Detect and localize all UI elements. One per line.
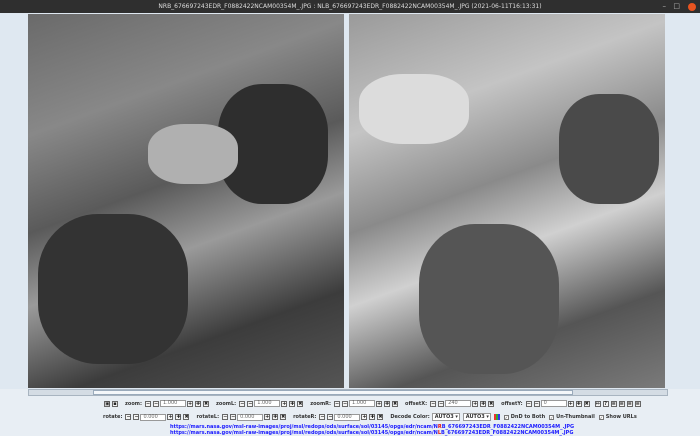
image-viewport[interactable] (0, 13, 700, 389)
swap-icon[interactable]: ⇔ (594, 400, 601, 407)
toolbar-row-2: rotate: − − 0.000 + ✚ ✖ rotateL: − − 0.000 +… (0, 413, 700, 421)
minimize-icon[interactable]: – (663, 0, 667, 13)
url-part: B_676697243EDR_F0882422NCAM00354M_.JPG (441, 430, 574, 436)
rotateL-reset-button[interactable]: ✖ (280, 414, 287, 420)
rotateR-increase-more-button[interactable]: ✚ (369, 414, 376, 420)
rotate-increase-more-button[interactable]: ✚ (175, 414, 182, 420)
offsetX-label: offsetX: (405, 400, 428, 407)
zoomR-label: zoomR: (310, 400, 332, 407)
zoomR-input[interactable]: 1.000 (349, 400, 376, 407)
zoomR-increase-button[interactable]: + (376, 400, 383, 407)
show-urls-checkbox[interactable]: ✓ (598, 414, 604, 420)
left-image-url-link[interactable]: https://mars.nasa.gov/msl-raw-images/pro… (170, 430, 573, 436)
maximize-icon[interactable]: □ (673, 0, 680, 13)
offsetY-increase-more-button[interactable]: ✚ (575, 400, 582, 407)
rotateR-decrease-more-button[interactable]: − (319, 414, 326, 420)
rotateL-increase-button[interactable]: + (264, 414, 271, 420)
rotate-reset-button[interactable]: ✖ (183, 414, 190, 420)
rotateL-label: rotateL: (196, 414, 220, 420)
help-icon[interactable]: ? (602, 400, 609, 407)
decode-color-right-select[interactable]: AUTO3 ▾ (462, 413, 491, 421)
offsetX-decrease-more-button[interactable]: − (430, 400, 437, 407)
offsetX-input[interactable]: 240 (445, 400, 472, 407)
align-right-icon[interactable]: ≡ (626, 400, 633, 407)
show-urls-label: Show URLs (605, 414, 637, 420)
zoomL-increase-more-button[interactable]: ✚ (289, 400, 296, 407)
decode-color-label: Decode Color: (390, 414, 430, 420)
zoom-decrease-button[interactable]: − (153, 400, 159, 407)
horizontal-scrollbar[interactable] (28, 389, 668, 396)
zoomR-reset-button[interactable]: ✖ (392, 400, 399, 407)
offsetX-increase-button[interactable]: + (472, 400, 479, 407)
zoomL-increase-button[interactable]: + (281, 400, 288, 407)
zoomR-increase-more-button[interactable]: ✚ (384, 400, 391, 407)
zoomL-input[interactable]: 1.000 (254, 400, 281, 407)
decode-right-value: AUTO3 (465, 414, 485, 420)
rotate-increase-button[interactable]: + (167, 414, 174, 420)
offsetX-reset-button[interactable]: ✖ (488, 400, 495, 407)
zoomL-decrease-more-button[interactable]: − (239, 400, 246, 407)
rotateR-decrease-button[interactable]: − (327, 414, 334, 420)
fit-icon[interactable]: ▣ (104, 400, 110, 407)
offsetY-decrease-more-button[interactable]: − (525, 400, 532, 407)
unthumbnail-checkbox[interactable]: ✓ (549, 414, 555, 420)
rotate-decrease-button[interactable]: − (133, 414, 140, 420)
zoom-increase-more-button[interactable]: ✚ (195, 400, 201, 407)
unthumbnail-label: Un-Thumbnail (556, 414, 595, 420)
align-center-icon[interactable]: ≡ (610, 400, 617, 407)
rotateR-input[interactable]: 0.000 (334, 413, 361, 421)
decode-color-left-select[interactable]: AUTO3 ▾ (431, 413, 460, 421)
zoom-label: zoom: (125, 400, 142, 407)
url-part: https://mars.nasa.gov/msl-raw-images/pro… (170, 430, 438, 436)
rotateL-decrease-button[interactable]: − (230, 414, 237, 420)
dnd-both-checkbox[interactable]: ✓ (503, 414, 509, 420)
zoomL-reset-button[interactable]: ✖ (297, 400, 304, 407)
title-bar: NRB_676697243EDR_F0882422NCAM00354M_.JPG… (0, 0, 700, 13)
zoom-decrease-more-button[interactable]: − (145, 400, 151, 407)
window-title: NRB_676697243EDR_F0882422NCAM00354M_.JPG… (158, 3, 542, 10)
offsetY-input[interactable]: 0 (540, 400, 567, 407)
right-camera-image[interactable] (28, 14, 344, 388)
toolbar-row-1: ▣ ▪ zoom: − − 1.000 + ✚ ✖ zoomL: − − 1.000 + ✚… (0, 400, 700, 407)
rotateR-reset-button[interactable]: ✖ (377, 414, 384, 420)
rotateL-decrease-more-button[interactable]: − (222, 414, 229, 420)
zoomL-label: zoomL: (216, 400, 237, 407)
rotateL-increase-more-button[interactable]: ✚ (272, 414, 279, 420)
align-left-icon[interactable]: ≡ (618, 400, 625, 407)
rotate-input[interactable]: 0.000 (140, 413, 167, 421)
rotate-decrease-more-button[interactable]: − (125, 414, 132, 420)
zoomR-decrease-more-button[interactable]: − (334, 400, 341, 407)
offsetY-decrease-button[interactable]: − (533, 400, 540, 407)
offsetY-increase-button[interactable]: + (567, 400, 574, 407)
zoom-increase-button[interactable]: + (187, 400, 193, 407)
dnd-both-label: DnD to Both (510, 414, 546, 420)
rotateL-input[interactable]: 0.000 (237, 413, 264, 421)
close-icon[interactable] (688, 3, 696, 11)
zoom-input[interactable]: 1.000 (160, 400, 186, 407)
decode-left-value: AUTO3 (434, 414, 454, 420)
offsetX-decrease-button[interactable]: − (438, 400, 445, 407)
zoom-reset-button[interactable]: ✖ (203, 400, 209, 407)
actual-size-icon[interactable]: ▪ (112, 400, 118, 407)
zoomL-decrease-button[interactable]: − (247, 400, 254, 407)
zoomR-decrease-button[interactable]: − (342, 400, 349, 407)
offsetX-increase-more-button[interactable]: ✚ (480, 400, 487, 407)
rotate-label: rotate: (103, 414, 123, 420)
align-justify-icon[interactable]: ≡ (634, 400, 641, 407)
rotateR-label: rotateR: (293, 414, 317, 420)
scrollbar-thumb[interactable] (93, 390, 573, 395)
left-camera-image[interactable] (349, 14, 665, 388)
offsetY-label: offsetY: (501, 400, 523, 407)
offsetY-reset-button[interactable]: ✖ (583, 400, 590, 407)
color-palette-icon[interactable] (493, 414, 500, 420)
rotateR-increase-button[interactable]: + (361, 414, 368, 420)
